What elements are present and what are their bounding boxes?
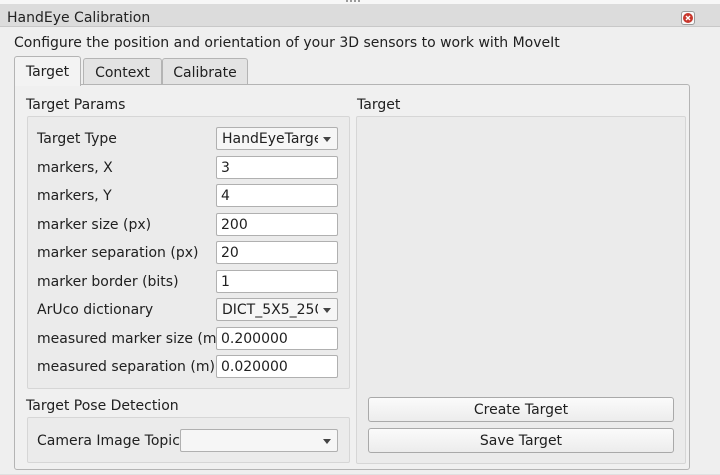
save-target-label: Save Target xyxy=(479,433,563,449)
create-target-button[interactable]: Create Target xyxy=(368,397,674,422)
marker-size-label: marker size (px) xyxy=(37,217,152,233)
tab-context[interactable]: Context xyxy=(83,58,162,85)
camera-topic-label: Camera Image Topic xyxy=(37,433,180,449)
target-type-label: Target Type xyxy=(37,131,117,147)
save-target-button[interactable]: Save Target xyxy=(368,428,674,453)
camera-topic-select[interactable] xyxy=(180,429,338,452)
close-icon xyxy=(683,13,693,23)
markers-x-label: markers, X xyxy=(37,160,113,176)
markers-y-label: markers, Y xyxy=(37,188,112,204)
target-preview-title: Target xyxy=(357,97,401,113)
aruco-dictionary-label: ArUco dictionary xyxy=(37,302,154,318)
marker-separation-input[interactable]: 20 xyxy=(216,241,338,264)
marker-size-input[interactable]: 200 xyxy=(216,213,338,236)
chevron-down-icon xyxy=(323,137,331,142)
marker-border-input[interactable]: 1 xyxy=(216,270,338,293)
measured-separation-input[interactable]: 0.020000 xyxy=(216,355,338,378)
measured-marker-size-label: measured marker size (m) xyxy=(37,331,222,347)
tab-calibrate-label: Calibrate xyxy=(173,65,237,81)
window-title: HandEye Calibration xyxy=(7,10,151,26)
target-type-select[interactable]: HandEyeTarget xyxy=(216,127,338,150)
close-button[interactable] xyxy=(681,11,695,25)
create-target-label: Create Target xyxy=(473,402,569,418)
chevron-down-icon xyxy=(323,308,331,313)
marker-separation-label: marker separation (px) xyxy=(37,245,199,261)
tab-calibrate[interactable]: Calibrate xyxy=(162,58,248,85)
panel-description: Configure the position and orientation o… xyxy=(14,35,560,51)
target-params-title: Target Params xyxy=(26,97,126,113)
pose-detection-title: Target Pose Detection xyxy=(26,398,179,414)
measured-separation-label: measured separation (m) xyxy=(37,359,215,375)
measured-marker-size-input[interactable]: 0.200000 xyxy=(216,327,338,350)
resize-grip[interactable] xyxy=(346,0,362,2)
markers-y-input[interactable]: 4 xyxy=(216,184,338,207)
tab-context-label: Context xyxy=(95,65,150,81)
tab-target-label: Target xyxy=(25,64,70,80)
chevron-down-icon xyxy=(323,439,331,444)
markers-x-input[interactable]: 3 xyxy=(216,156,338,179)
tab-target[interactable]: Target xyxy=(14,56,81,86)
aruco-dictionary-select[interactable]: DICT_5X5_250 xyxy=(216,298,338,321)
title-bar[interactable]: HandEye Calibration xyxy=(0,4,720,27)
marker-border-label: marker border (bits) xyxy=(37,274,179,290)
target-type-value: HandEyeTarget xyxy=(222,131,318,147)
aruco-dictionary-value: DICT_5X5_250 xyxy=(222,302,318,318)
